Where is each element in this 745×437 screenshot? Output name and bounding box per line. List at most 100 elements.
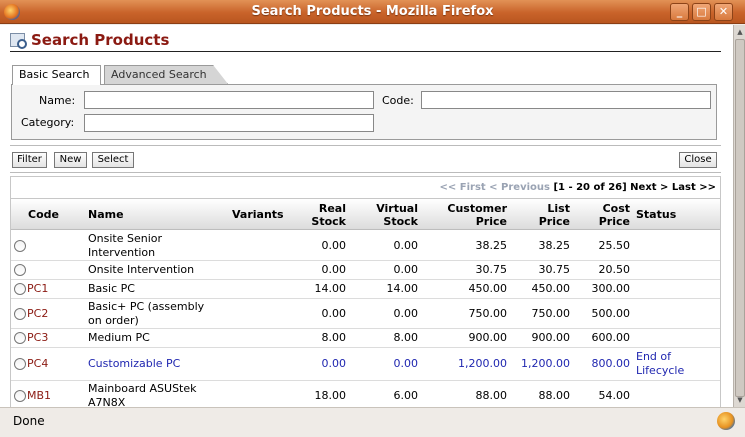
col-list-price-line2: Price: [538, 215, 570, 228]
real-stock: 0.00: [321, 263, 347, 276]
col-virtual-stock-line2: Stock: [383, 215, 418, 228]
table-row[interactable]: Onsite Senior Intervention 0.00 0.00 38.…: [11, 231, 720, 261]
row-select-radio[interactable]: [14, 240, 26, 252]
window-titlebar[interactable]: Search Products - Mozilla Firefox _ □ ✕: [0, 0, 745, 24]
virtual-stock: 6.00: [393, 389, 419, 402]
virtual-stock: 14.00: [386, 282, 419, 295]
scroll-down-arrow-icon[interactable]: ▼: [735, 394, 745, 406]
product-code[interactable]: PC3: [27, 331, 48, 344]
virtual-stock: 0.00: [393, 263, 419, 276]
name-field[interactable]: [84, 91, 374, 109]
product-status-line2: Lifecycle: [636, 364, 685, 377]
product-name: Onsite Intervention: [88, 263, 195, 276]
cost-price: 800.00: [591, 357, 631, 370]
real-stock: 0.00: [321, 239, 347, 252]
col-real-stock[interactable]: Real Stock: [311, 202, 346, 228]
list-price: 750.00: [531, 307, 571, 320]
cost-price: 54.00: [598, 389, 631, 402]
header-divider: [10, 51, 721, 52]
col-list-price-line1: List: [547, 202, 570, 215]
row-select-radio[interactable]: [14, 332, 26, 344]
scrollbar-thumb[interactable]: [735, 39, 745, 397]
col-real-stock-line2: Stock: [311, 215, 346, 228]
product-name: Mainboard ASUStek A7N8X: [88, 382, 197, 407]
tab-advanced-search[interactable]: Advanced Search: [104, 65, 228, 84]
maximize-button[interactable]: □: [692, 3, 711, 21]
product-code[interactable]: PC1: [27, 282, 48, 295]
new-button[interactable]: New: [54, 152, 87, 168]
close-button[interactable]: Close: [679, 152, 717, 168]
category-label: Category:: [21, 116, 75, 129]
name-label: Name:: [39, 94, 76, 107]
table-row[interactable]: PC1 Basic PC 14.00 14.00 450.00 450.00 3…: [11, 280, 720, 299]
minimize-button[interactable]: _: [670, 3, 689, 21]
col-status[interactable]: Status: [636, 208, 676, 221]
search-products-icon: [10, 33, 27, 49]
code-field[interactable]: [421, 91, 711, 109]
real-stock: 14.00: [314, 282, 347, 295]
customer-price: 1,200.00: [458, 357, 507, 370]
table-row[interactable]: MB1 Mainboard ASUStek A7N8X 18.00 6.00 8…: [11, 381, 720, 407]
col-code[interactable]: Code: [28, 208, 59, 221]
col-cost-price-line1: Cost: [602, 202, 630, 215]
product-status: End of Lifecycle: [636, 350, 684, 378]
search-form-panel: Name: Code: Category:: [11, 84, 717, 140]
browser-status-icon: [717, 412, 735, 430]
cost-price: 600.00: [591, 331, 631, 344]
list-price: 450.00: [531, 282, 571, 295]
list-price: 88.00: [538, 389, 571, 402]
tab-basic-search[interactable]: Basic Search: [12, 65, 101, 85]
product-code[interactable]: MB1: [27, 389, 51, 402]
row-select-radio[interactable]: [14, 283, 26, 295]
list-price: 38.25: [538, 239, 571, 252]
col-name[interactable]: Name: [88, 208, 124, 221]
list-price: 1,200.00: [521, 357, 570, 370]
virtual-stock: 0.00: [393, 239, 419, 252]
col-cost-price[interactable]: Cost Price: [599, 202, 630, 228]
table-row[interactable]: PC3 Medium PC 8.00 8.00 900.00 900.00 60…: [11, 329, 720, 348]
row-select-radio[interactable]: [14, 264, 26, 276]
pager-first: << First: [439, 182, 486, 193]
vertical-scrollbar[interactable]: ▲ ▼: [733, 25, 745, 407]
pager-next[interactable]: Next >: [630, 182, 668, 193]
product-name: Basic+ PC (assembly on order): [88, 300, 204, 328]
filter-button[interactable]: Filter: [12, 152, 47, 168]
row-select-radio[interactable]: [14, 358, 26, 370]
select-button[interactable]: Select: [92, 152, 134, 168]
col-customer-price[interactable]: Customer Price: [447, 202, 507, 228]
cost-price: 20.50: [598, 263, 631, 276]
row-select-radio[interactable]: [14, 308, 26, 320]
product-code[interactable]: PC4: [27, 357, 48, 370]
col-variants[interactable]: Variants: [232, 208, 284, 221]
col-customer-price-line1: Customer: [447, 202, 507, 215]
customer-price: 750.00: [468, 307, 508, 320]
cost-price: 25.50: [598, 239, 631, 252]
product-name: Customizable PC: [88, 357, 181, 370]
pager-range: [1 - 20 of 26]: [553, 182, 627, 193]
table-row[interactable]: PC2 Basic+ PC (assembly on order) 0.00 0…: [11, 299, 720, 329]
virtual-stock: 0.00: [393, 357, 419, 370]
table-row[interactable]: Onsite Intervention 0.00 0.00 30.75 30.7…: [11, 261, 720, 280]
category-field[interactable]: [84, 114, 374, 132]
code-label: Code:: [382, 94, 414, 107]
close-window-button[interactable]: ✕: [714, 3, 733, 21]
col-virtual-stock[interactable]: Virtual Stock: [376, 202, 418, 228]
scroll-up-arrow-icon[interactable]: ▲: [735, 26, 745, 38]
list-price: 900.00: [531, 331, 571, 344]
customer-price: 38.25: [475, 239, 508, 252]
product-code[interactable]: PC2: [27, 307, 48, 320]
product-name: Basic PC: [88, 282, 135, 295]
product-status-line1: End of: [636, 350, 672, 363]
customer-price: 30.75: [475, 263, 508, 276]
product-name-line1: Basic+ PC (assembly: [88, 300, 205, 313]
customer-price: 450.00: [468, 282, 508, 295]
pager-last[interactable]: Last >>: [672, 182, 716, 193]
pagination: << First < Previous [1 - 20 of 26] Next …: [440, 182, 716, 193]
col-list-price[interactable]: List Price: [539, 202, 570, 228]
page-content: Search Products Advanced Search Basic Se…: [0, 25, 733, 407]
table-row[interactable]: PC4 Customizable PC 0.00 0.00 1,200.00 1…: [11, 348, 720, 381]
product-name: Medium PC: [88, 331, 150, 344]
row-select-radio[interactable]: [14, 390, 26, 402]
product-name-line1: Mainboard ASUStek: [88, 382, 197, 395]
col-customer-price-line2: Price: [475, 215, 507, 228]
